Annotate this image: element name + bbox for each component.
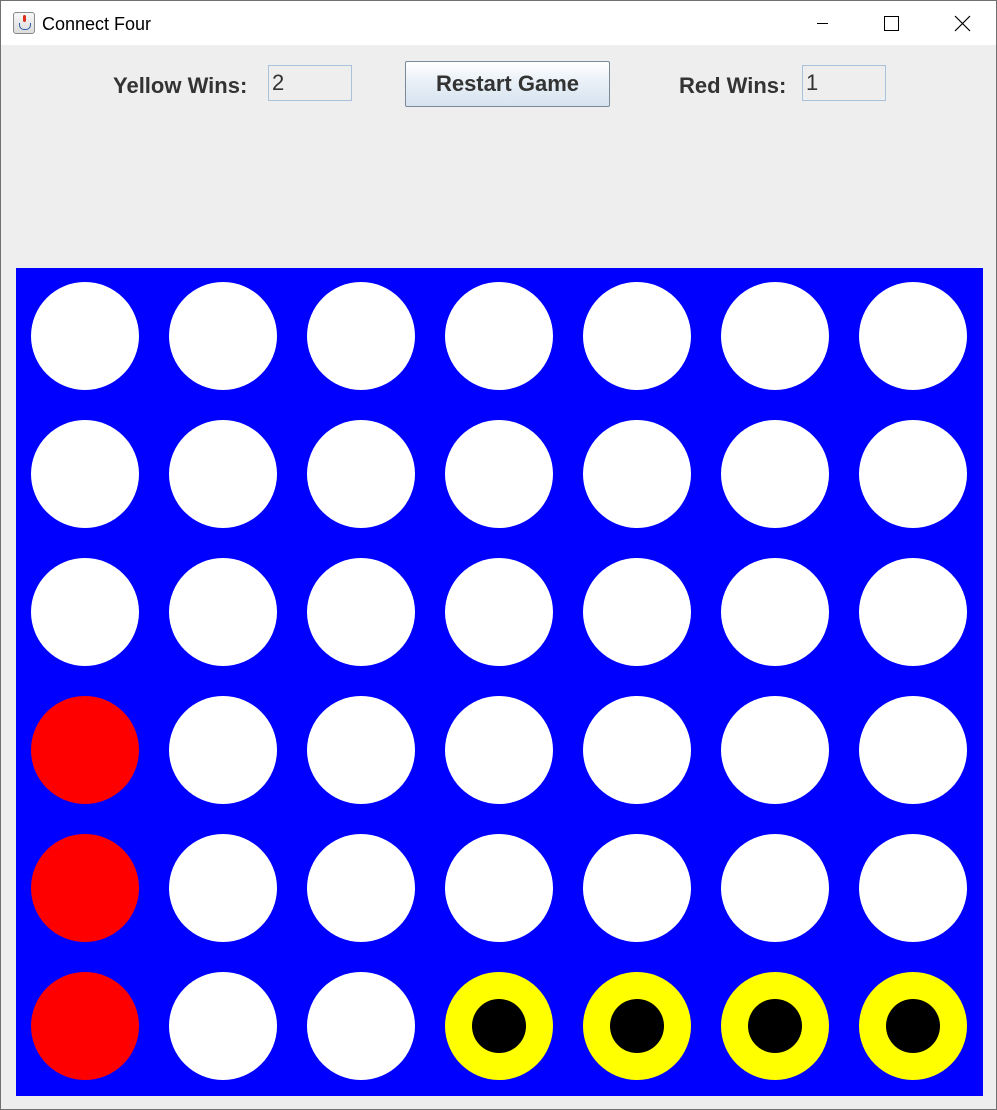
- empty-slot[interactable]: [445, 558, 553, 666]
- empty-slot[interactable]: [31, 558, 139, 666]
- empty-slot[interactable]: [721, 282, 829, 390]
- yellow-disc[interactable]: [721, 972, 829, 1080]
- window-title: Connect Four: [42, 14, 152, 34]
- red-wins-label: Red Wins:: [679, 73, 787, 98]
- cup-shape: [19, 23, 31, 30]
- empty-slot[interactable]: [583, 420, 691, 528]
- empty-slot[interactable]: [445, 696, 553, 804]
- empty-slot[interactable]: [721, 558, 829, 666]
- empty-slot[interactable]: [859, 420, 967, 528]
- winning-marker: [610, 999, 664, 1053]
- minimize-button[interactable]: [787, 1, 857, 45]
- empty-slot[interactable]: [721, 696, 829, 804]
- steam-shape: [23, 15, 26, 22]
- winning-marker: [472, 999, 526, 1053]
- red-disc[interactable]: [31, 834, 139, 942]
- empty-slot[interactable]: [169, 972, 277, 1080]
- game-board[interactable]: [16, 268, 983, 1096]
- yellow-disc[interactable]: [583, 972, 691, 1080]
- restart-game-button[interactable]: Restart Game: [405, 61, 610, 107]
- empty-slot[interactable]: [859, 696, 967, 804]
- empty-slot[interactable]: [307, 834, 415, 942]
- empty-slot[interactable]: [445, 420, 553, 528]
- yellow-wins-field: 2: [268, 65, 352, 101]
- empty-slot[interactable]: [859, 282, 967, 390]
- empty-slot[interactable]: [583, 558, 691, 666]
- winning-marker: [748, 999, 802, 1053]
- empty-slot[interactable]: [859, 558, 967, 666]
- empty-slot[interactable]: [31, 282, 139, 390]
- empty-slot[interactable]: [169, 558, 277, 666]
- empty-slot[interactable]: [169, 420, 277, 528]
- empty-slot[interactable]: [721, 420, 829, 528]
- maximize-button[interactable]: [857, 1, 927, 45]
- empty-slot[interactable]: [583, 834, 691, 942]
- empty-slot[interactable]: [583, 282, 691, 390]
- red-disc[interactable]: [31, 696, 139, 804]
- close-icon: [954, 15, 971, 32]
- minimize-icon: [817, 23, 828, 24]
- java-cup-icon: [13, 12, 35, 34]
- empty-slot[interactable]: [307, 558, 415, 666]
- empty-slot[interactable]: [307, 972, 415, 1080]
- title-bar[interactable]: Connect Four: [1, 1, 996, 45]
- yellow-wins-label: Yellow Wins:: [113, 73, 248, 98]
- empty-slot[interactable]: [169, 834, 277, 942]
- empty-slot[interactable]: [721, 834, 829, 942]
- empty-slot[interactable]: [445, 834, 553, 942]
- winning-marker: [886, 999, 940, 1053]
- empty-slot[interactable]: [859, 834, 967, 942]
- empty-slot[interactable]: [169, 282, 277, 390]
- empty-slot[interactable]: [307, 420, 415, 528]
- maximize-icon: [884, 16, 899, 31]
- empty-slot[interactable]: [31, 420, 139, 528]
- app-window: Connect Four Yellow Wins: 2 Restart Game…: [0, 0, 997, 1110]
- empty-slot[interactable]: [583, 696, 691, 804]
- empty-slot[interactable]: [169, 696, 277, 804]
- red-wins-field: 1: [802, 65, 886, 101]
- yellow-disc[interactable]: [859, 972, 967, 1080]
- empty-slot[interactable]: [445, 282, 553, 390]
- empty-slot[interactable]: [307, 696, 415, 804]
- yellow-disc[interactable]: [445, 972, 553, 1080]
- close-button[interactable]: [927, 1, 997, 45]
- red-disc[interactable]: [31, 972, 139, 1080]
- empty-slot[interactable]: [307, 282, 415, 390]
